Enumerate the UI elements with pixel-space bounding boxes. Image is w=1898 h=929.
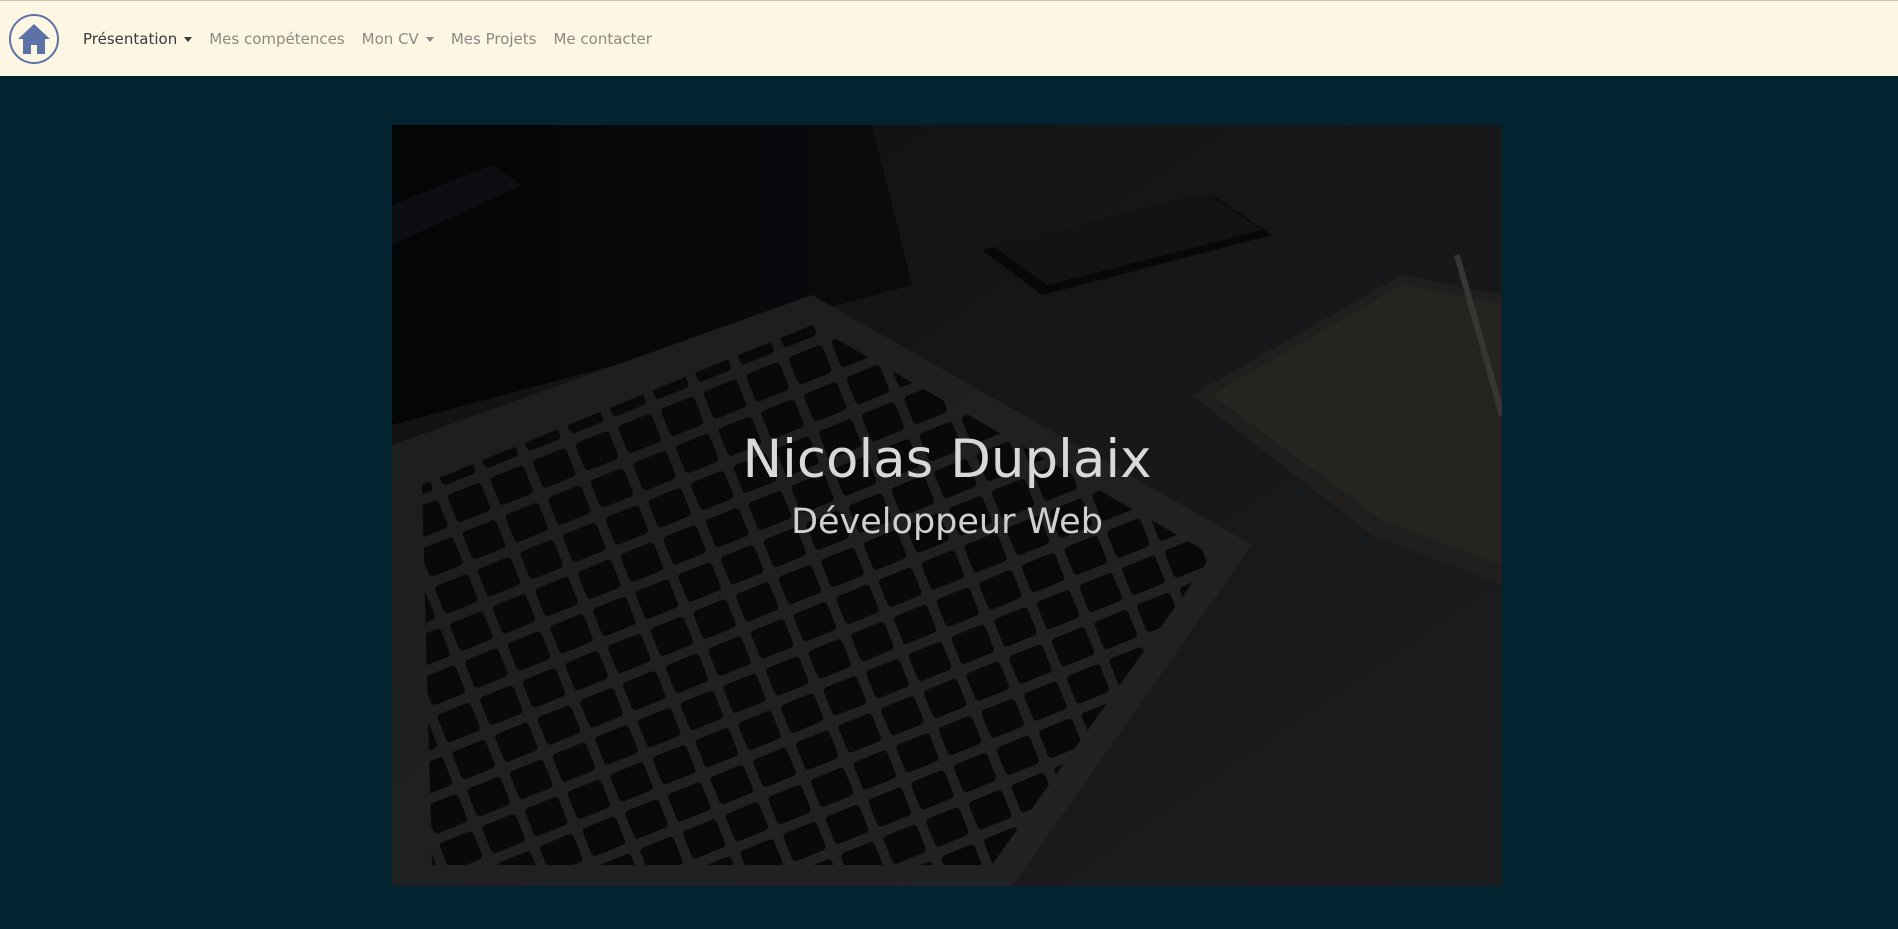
hero-text-block: Nicolas Duplaix Développeur Web bbox=[392, 125, 1502, 886]
top-navbar: Présentation Mes compétences Mon CV Mes … bbox=[0, 0, 1898, 76]
nav-item-label: Mon CV bbox=[361, 30, 419, 48]
nav-item-label: Présentation bbox=[83, 30, 178, 48]
nav-item-label: Mes Projets bbox=[450, 30, 537, 48]
nav-item-label: Mes compétences bbox=[209, 30, 345, 48]
hero-subtitle: Développeur Web bbox=[791, 502, 1103, 542]
hero-banner: Nicolas Duplaix Développeur Web bbox=[392, 125, 1502, 886]
nav-item-contact[interactable]: Me contacter bbox=[553, 30, 651, 48]
nav-item-label: Me contacter bbox=[553, 30, 652, 48]
chevron-down-icon bbox=[184, 37, 193, 42]
hero-name: Nicolas Duplaix bbox=[742, 429, 1152, 490]
nav-item-competences[interactable]: Mes compétences bbox=[209, 30, 344, 48]
home-logo-button[interactable] bbox=[9, 14, 59, 64]
home-icon bbox=[18, 24, 50, 54]
nav-item-projets[interactable]: Mes Projets bbox=[451, 30, 537, 48]
nav-menu: Présentation Mes compétences Mon CV Mes … bbox=[83, 1, 669, 77]
nav-item-cv[interactable]: Mon CV bbox=[362, 30, 434, 48]
chevron-down-icon bbox=[425, 37, 434, 42]
nav-item-presentation[interactable]: Présentation bbox=[83, 30, 193, 48]
